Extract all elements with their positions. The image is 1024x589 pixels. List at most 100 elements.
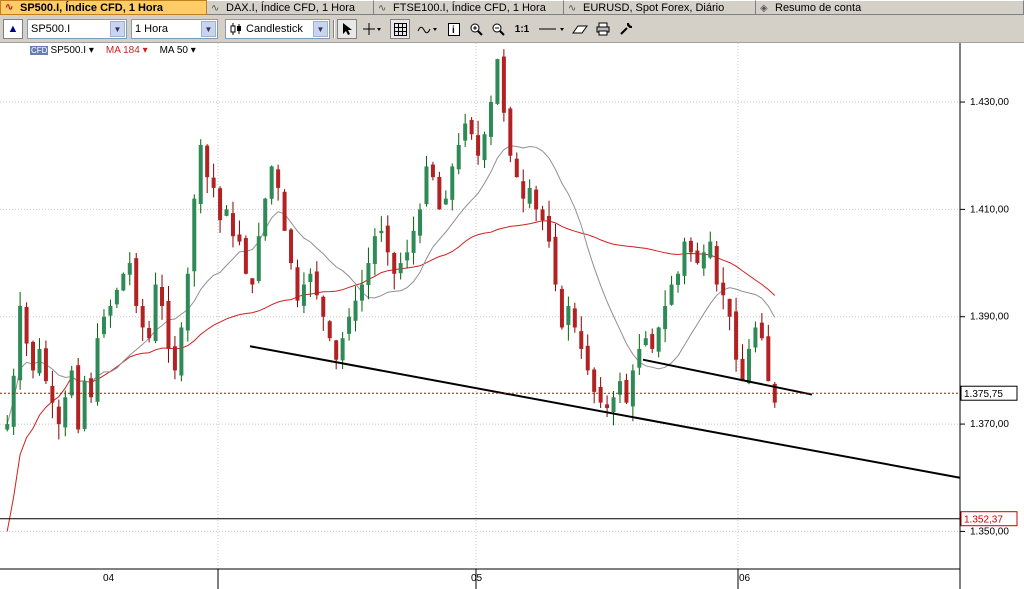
candlestick-icon [230, 22, 242, 39]
chart-tab-strip: ∿ SP500.I, Índice CFD, 1 Hora ∿ DAX.I, Índi… [0, 0, 1024, 15]
info-button[interactable]: i [445, 19, 463, 39]
candle-body [695, 250, 700, 264]
candle-body [740, 358, 745, 382]
candle-body [31, 341, 36, 371]
chevron-down-icon[interactable]: ▾ [89, 45, 94, 56]
svg-text:i: i [452, 25, 455, 36]
candle-body [121, 273, 126, 291]
candle-body [456, 144, 461, 170]
candle-body [540, 209, 545, 221]
candle-body [605, 404, 610, 408]
tab-3[interactable]: ∿ EURUSD, Spot Forex, Diário [564, 0, 756, 15]
candle-body [153, 284, 158, 342]
tab-0[interactable]: ∿ SP500.I, Índice CFD, 1 Hora [0, 0, 207, 15]
instrument-select[interactable]: SP500.I ▼ [27, 19, 127, 39]
candle-body [353, 300, 358, 321]
timeframe-select[interactable]: 1 Hora ▼ [131, 19, 218, 39]
chevron-down-icon[interactable]: ▼ [313, 21, 328, 37]
candle-body [643, 338, 648, 346]
candle-body [18, 306, 23, 381]
candle-body [134, 258, 139, 306]
candle-body [179, 327, 184, 376]
candle-body [198, 144, 203, 204]
candle-body [314, 271, 319, 296]
price-tick-label: 1.390,00 [970, 312, 1009, 323]
chart-icon: ∿ [568, 2, 577, 14]
grid-toggle-button[interactable] [390, 19, 410, 39]
indicator-wave-icon [417, 26, 437, 34]
candle-body [424, 166, 429, 205]
candle-body [637, 348, 642, 368]
horizontal-level-label: 1.352,37 [964, 515, 1003, 526]
candle-body [566, 306, 571, 326]
legend-ma50-label: MA 50 [159, 45, 188, 56]
candle-body [140, 306, 145, 328]
zoom-reset-button[interactable]: 1:1 [511, 19, 533, 39]
candle-body [301, 284, 306, 306]
chart-up-icon[interactable]: ▲ [3, 19, 23, 39]
trendline-support [249, 345, 961, 479]
chart-up-icon: ∿ [5, 2, 14, 13]
legend-instrument[interactable]: CFD SP500.I ▾ [30, 45, 94, 56]
time-tick-label: 04 [103, 573, 115, 584]
indicators-button[interactable] [415, 19, 441, 39]
chart-type-select[interactable]: Candlestick ▼ [225, 19, 330, 39]
candle-body [411, 230, 416, 253]
candle-body [89, 378, 94, 398]
candle-body [501, 56, 506, 113]
candle-body [482, 134, 487, 161]
price-chart[interactable]: 1.430,00 1.410,00 1.390,00 1.370,00 1.350,00… [0, 43, 1024, 589]
pointer-tool-button[interactable] [337, 19, 357, 39]
candle-body [11, 375, 16, 427]
trendline-neckline [642, 358, 813, 396]
crosshair-icon [363, 23, 381, 35]
cursor-arrow-icon [343, 23, 352, 35]
legend-ma50[interactable]: MA 50 ▾ [160, 45, 196, 56]
chart-canvas[interactable]: 1.430,00 1.410,00 1.390,00 1.370,00 1.350,00… [0, 43, 1024, 589]
candle-body [379, 230, 384, 234]
toolbar-separator [333, 20, 335, 38]
candle-body [63, 397, 68, 428]
crosshair-tool-button[interactable] [360, 19, 384, 39]
chevron-down-icon[interactable]: ▼ [110, 21, 125, 37]
candle-body [334, 340, 339, 360]
legend-ma184[interactable]: MA 184 ▾ [106, 45, 148, 56]
chevron-down-icon[interactable]: ▾ [191, 45, 196, 56]
chevron-down-icon[interactable]: ▾ [143, 45, 148, 56]
candle-body [721, 282, 726, 296]
ma184-line [6, 220, 776, 532]
candle-body [160, 286, 165, 306]
candle-body [237, 234, 242, 242]
candle-body [218, 188, 223, 221]
candle-body [24, 306, 29, 344]
candle-body [359, 284, 364, 301]
candle-body [269, 166, 274, 199]
properties-button[interactable] [616, 19, 636, 39]
candle-body [340, 338, 345, 361]
chart-legend: CFD SP500.I ▾ MA 184 ▾ MA 50 ▾ [30, 45, 196, 56]
tab-1[interactable]: ∿ DAX.I, Índice CFD, 1 Hora [207, 0, 374, 15]
chevron-down-icon[interactable]: ▼ [201, 21, 216, 37]
candle-body [308, 273, 313, 282]
candle-body [746, 348, 751, 384]
candle-body [418, 209, 423, 236]
line-tool-button[interactable] [536, 19, 568, 39]
candle-body [727, 298, 732, 317]
candle-body [553, 236, 558, 285]
candle-body [547, 215, 552, 242]
tab-2[interactable]: ∿ FTSE100.I, Índice CFD, 1 Hora [374, 0, 564, 15]
candle-body [205, 145, 210, 178]
tab-4[interactable]: ◈ Resumo de conta [756, 0, 1024, 15]
zoom-in-button[interactable] [467, 19, 485, 39]
eraser-button[interactable] [570, 19, 590, 39]
candle-body [398, 263, 403, 274]
print-button[interactable] [593, 19, 613, 39]
candle-body [650, 334, 655, 349]
printer-icon [596, 22, 610, 36]
tab-label: SP500.I, Índice CFD, 1 Hora [20, 1, 164, 14]
candle-body [508, 108, 513, 156]
zoom-out-button[interactable] [489, 19, 507, 39]
zoom-in-icon [470, 23, 483, 36]
candle-body [663, 306, 668, 330]
candle-body [5, 424, 10, 430]
